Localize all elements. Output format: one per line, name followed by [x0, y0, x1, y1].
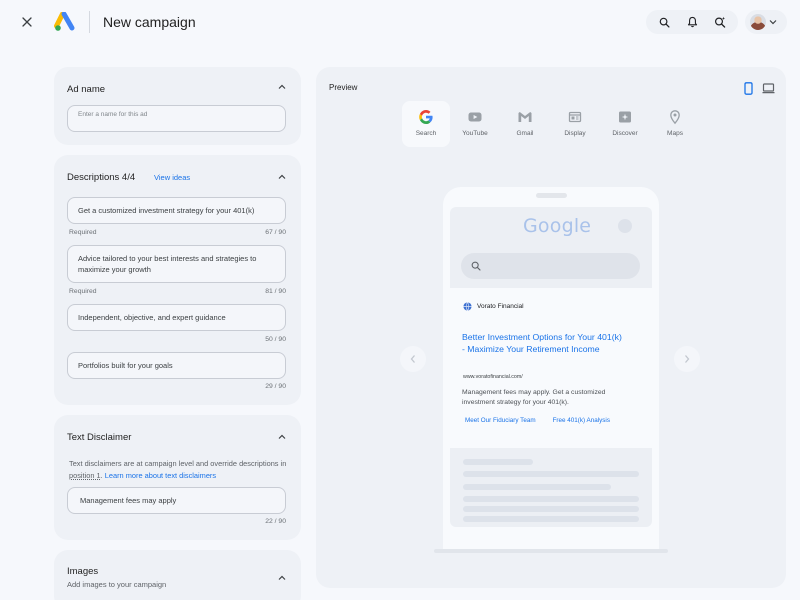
- channel-discover[interactable]: Discover: [601, 101, 649, 147]
- position-reference[interactable]: position 1: [69, 471, 101, 480]
- search-icon[interactable]: [653, 11, 675, 33]
- advertiser-name: Vorato Financial: [477, 303, 524, 310]
- skeleton-line: [463, 484, 611, 490]
- chevron-up-icon[interactable]: [277, 432, 287, 442]
- chevron-right-icon: [685, 355, 690, 363]
- channel-gmail[interactable]: Gmail: [501, 101, 549, 147]
- top-actions: [646, 10, 738, 34]
- chevron-down-icon: [769, 20, 777, 25]
- channel-label: Display: [564, 130, 586, 137]
- description-char-count: 29 / 90: [265, 383, 286, 390]
- ad-description: Management fees may apply. Get a customi…: [462, 389, 606, 406]
- mobile-device-icon[interactable]: [741, 81, 755, 95]
- top-bar: New campaign: [0, 0, 800, 44]
- channel-youtube[interactable]: YouTube: [451, 101, 499, 147]
- disclaimer-char-count: 22 / 90: [265, 518, 286, 525]
- chevron-up-icon[interactable]: [277, 573, 287, 583]
- profile-avatar-placeholder: [618, 219, 632, 233]
- images-card: Images Add images to your campaign: [54, 550, 301, 600]
- skeleton-line: [463, 516, 639, 522]
- skeleton-line: [463, 459, 533, 465]
- ad-headline[interactable]: Better Investment Options for Your 401(k…: [462, 332, 622, 355]
- ad-name-input[interactable]: Enter a name for this ad: [67, 105, 286, 132]
- text-disclaimer-input[interactable]: Management fees may apply: [67, 487, 286, 514]
- channel-label: Discover: [612, 130, 638, 137]
- phone-shadow: [434, 549, 668, 553]
- description-char-count: 67 / 90: [265, 229, 286, 236]
- description-required-label: Required: [69, 288, 97, 295]
- discover-icon: [619, 111, 631, 123]
- phone-mockup: Google Vorato Financial Better Investmen…: [443, 187, 659, 552]
- channel-search[interactable]: Search: [402, 101, 450, 147]
- channel-label: Gmail: [516, 130, 534, 137]
- channel-label: YouTube: [462, 130, 488, 137]
- ad-display-url: www.voratofinancial.com/: [463, 374, 523, 380]
- page-title: New campaign: [103, 14, 196, 30]
- ad-name-title: Ad name: [67, 84, 106, 95]
- channel-label: Maps: [667, 130, 683, 137]
- mock-search-bar: [461, 253, 640, 279]
- descriptions-card: Descriptions 4/4 View ideas Get a custom…: [54, 155, 301, 405]
- learn-more-link[interactable]: Learn more about text disclaimers: [105, 471, 216, 480]
- chevron-left-icon: [410, 355, 415, 363]
- skeleton-line: [463, 506, 639, 512]
- next-preview-button[interactable]: [674, 346, 700, 372]
- images-title: Images: [67, 566, 99, 577]
- google-ads-logo: [54, 11, 76, 32]
- sitelink[interactable]: Free 401(k) Analysis: [546, 412, 616, 429]
- youtube-icon: [468, 112, 482, 122]
- globe-icon: [463, 302, 472, 311]
- descriptions-title: Descriptions 4/4: [67, 172, 136, 183]
- search-engine-logo: Google: [523, 215, 592, 237]
- skeleton-line: [463, 496, 639, 502]
- avatar: [750, 14, 766, 30]
- search-icon: [471, 261, 481, 271]
- account-menu[interactable]: [745, 10, 787, 34]
- text-disclaimer-title: Text Disclaimer: [67, 432, 132, 443]
- view-ideas-link[interactable]: View ideas: [154, 173, 190, 182]
- sitelink[interactable]: Meet Our Fiduciary Team: [459, 412, 542, 429]
- desktop-device-icon[interactable]: [761, 81, 775, 95]
- text-disclaimer-card: Text Disclaimer Text disclaimers are at …: [54, 415, 301, 540]
- channel-label: Search: [415, 130, 437, 137]
- channel-maps[interactable]: Maps: [651, 101, 699, 147]
- chevron-up-icon[interactable]: [277, 172, 287, 182]
- previous-preview-button[interactable]: [400, 346, 426, 372]
- preview-panel: Preview Search YouTube Gmail Display Dis…: [316, 67, 786, 588]
- info-text: Text disclaimers are at campaign level a…: [69, 459, 287, 468]
- description-char-count: 81 / 90: [265, 288, 286, 295]
- ad-preview: Vorato Financial Better Investment Optio…: [450, 288, 652, 448]
- info-period: .: [100, 470, 103, 480]
- gmail-icon: [518, 112, 532, 122]
- channel-display[interactable]: Display: [551, 101, 599, 147]
- display-icon: [568, 111, 582, 123]
- description-field-4[interactable]: Portfolios built for your goals: [67, 352, 286, 379]
- description-field-1[interactable]: Get a customized investment strategy for…: [67, 197, 286, 224]
- chevron-up-icon[interactable]: [277, 82, 287, 92]
- description-char-count: 50 / 90: [265, 336, 286, 343]
- preview-label: Preview: [329, 83, 358, 92]
- google-g-icon: [419, 110, 433, 124]
- skeleton-line: [463, 471, 639, 477]
- description-required-label: Required: [69, 229, 97, 236]
- phone-screen: Google Vorato Financial Better Investmen…: [450, 207, 652, 527]
- bell-icon[interactable]: [681, 11, 703, 33]
- ad-name-card: Ad name Enter a name for this ad: [54, 67, 301, 145]
- description-field-3[interactable]: Independent, objective, and expert guida…: [67, 304, 286, 331]
- search-ai-icon[interactable]: [709, 11, 731, 33]
- description-field-2[interactable]: Advice tailored to your best interests a…: [67, 245, 286, 283]
- advertiser-row: Vorato Financial: [463, 302, 524, 311]
- close-icon[interactable]: [17, 12, 37, 32]
- images-subtitle: Add images to your campaign: [67, 580, 167, 589]
- maps-pin-icon: [670, 110, 680, 125]
- top-divider: [89, 11, 90, 33]
- text-disclaimer-info: Text disclaimers are at campaign level a…: [69, 458, 294, 481]
- sitelinks: Meet Our Fiduciary Team Free 401(k) Anal…: [459, 412, 616, 429]
- phone-speaker: [536, 193, 567, 198]
